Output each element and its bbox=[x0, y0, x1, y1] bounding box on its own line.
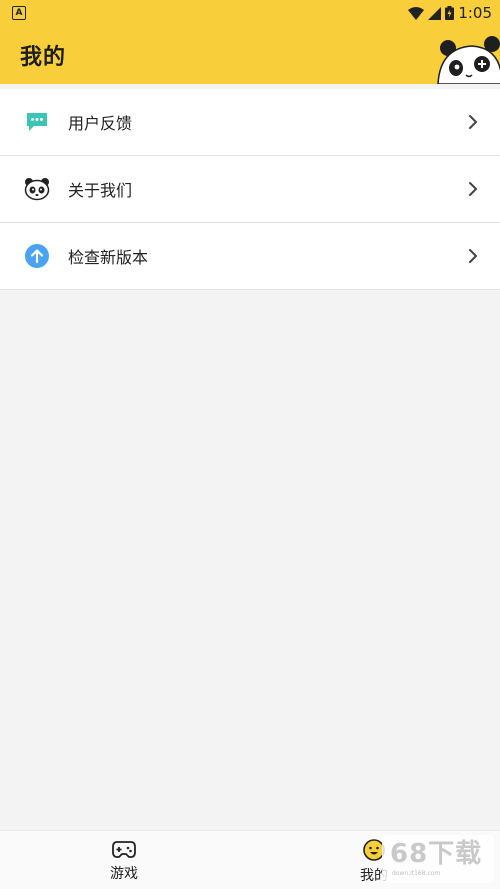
upload-arrow-icon bbox=[24, 243, 50, 269]
app-notification-icon: A bbox=[12, 6, 26, 20]
panda-icon bbox=[24, 176, 50, 202]
watermark-sub: down.it168.com bbox=[392, 870, 441, 877]
menu-item-label: 用户反馈 bbox=[68, 114, 133, 133]
tab-games[interactable]: 游戏 bbox=[84, 839, 164, 883]
gamepad-icon bbox=[112, 841, 136, 858]
tab-label: 游戏 bbox=[110, 866, 138, 882]
status-left: A bbox=[12, 6, 26, 20]
watermark-text: 68下载 bbox=[390, 839, 483, 869]
feedback-chat-icon bbox=[24, 109, 50, 135]
menu-item-about-us[interactable]: 关于我们 bbox=[0, 156, 500, 223]
cellular-signal-icon bbox=[428, 6, 442, 20]
chevron-right-icon bbox=[469, 249, 477, 263]
status-bar: A 1:05 bbox=[0, 0, 500, 26]
menu-item-check-update[interactable]: 检查新版本 bbox=[0, 223, 500, 290]
status-time: 1:05 bbox=[458, 4, 492, 22]
status-right: 1:05 bbox=[408, 4, 492, 22]
chevron-right-icon bbox=[469, 115, 477, 129]
app-header: 我的 bbox=[0, 26, 500, 84]
chevron-right-icon bbox=[469, 182, 477, 196]
settings-menu-list: 用户反馈 关于我们 检查新版本 bbox=[0, 89, 500, 290]
menu-item-label: 检查新版本 bbox=[68, 248, 149, 267]
menu-item-feedback[interactable]: 用户反馈 bbox=[0, 89, 500, 156]
watermark-logo: 68下载 down.it168.com bbox=[382, 835, 494, 883]
battery-icon bbox=[445, 6, 455, 20]
page-title: 我的 bbox=[20, 45, 67, 70]
panda-mascot-icon bbox=[437, 36, 500, 84]
wifi-icon bbox=[408, 6, 425, 20]
menu-item-label: 关于我们 bbox=[68, 181, 133, 200]
